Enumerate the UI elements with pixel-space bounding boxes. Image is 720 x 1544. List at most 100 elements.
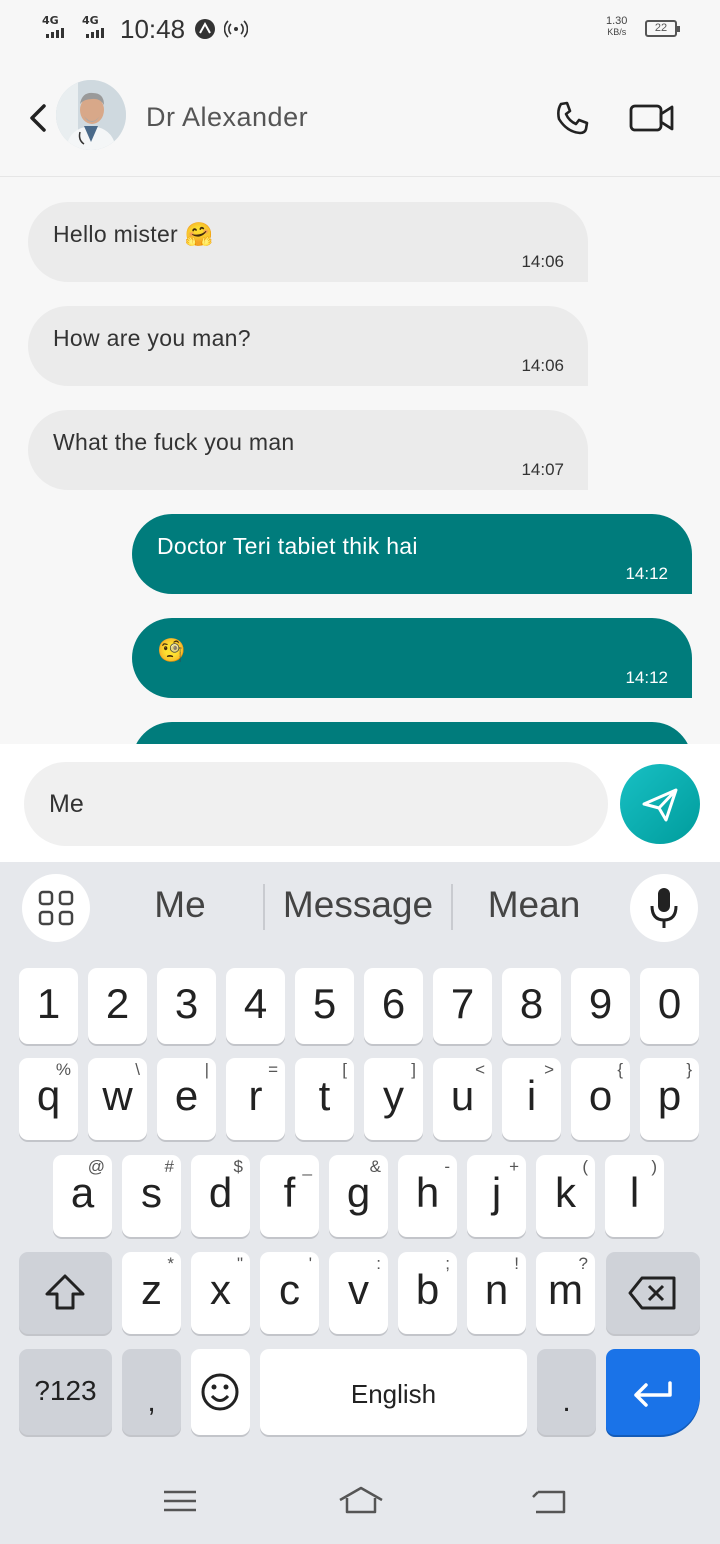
message-text: 🧐 <box>157 637 186 663</box>
message-time: 14:12 <box>625 564 668 583</box>
letter-key[interactable]: " x <box>191 1252 250 1334</box>
number-key[interactable]: 0 <box>640 968 699 1044</box>
letter-key[interactable]: ; b <box>398 1252 457 1334</box>
letter-key[interactable]: ] y <box>364 1058 423 1140</box>
grid-icon <box>38 890 74 926</box>
number-key[interactable]: 4 <box>226 968 285 1044</box>
suggestion-item[interactable]: Mean <box>456 884 612 926</box>
emoji-key[interactable] <box>191 1349 250 1435</box>
message-list[interactable]: Hello mister 🤗 14:06 How are you man? 14… <box>0 177 720 744</box>
back-arrow-icon[interactable] <box>22 98 56 138</box>
letter-key[interactable]: ! n <box>467 1252 526 1334</box>
network-speed-value: 1.30 <box>606 15 628 27</box>
number-key[interactable]: 6 <box>364 968 423 1044</box>
key-label: h <box>415 1169 440 1216</box>
number-key[interactable]: 9 <box>571 968 630 1044</box>
enter-key[interactable] <box>606 1349 700 1435</box>
app-notification-icon <box>195 19 215 39</box>
letter-key[interactable]: & g <box>329 1155 388 1237</box>
system-navigation-bar <box>0 1456 720 1544</box>
message-bubble-incoming[interactable]: How are you man? 14:06 <box>28 306 588 386</box>
message-text: Hello mister 🤗 <box>53 221 214 247</box>
number-key[interactable]: 1 <box>19 968 78 1044</box>
network-speed-unit: KB/s <box>607 27 627 37</box>
symbols-key[interactable]: ?123 <box>19 1349 112 1435</box>
message-text: Doctor Teri tabiet thik hai <box>157 533 418 559</box>
suggestion-item[interactable]: Message <box>268 884 448 926</box>
key-label: q <box>36 1072 61 1119</box>
microphone-button[interactable] <box>630 874 698 942</box>
letter-key[interactable]: | e <box>157 1058 216 1140</box>
number-key[interactable]: 2 <box>88 968 147 1044</box>
paper-plane-icon <box>642 788 678 822</box>
letter-key[interactable]: (k <box>536 1155 595 1237</box>
key-label: r <box>248 1072 263 1119</box>
key-label: y <box>383 1072 404 1119</box>
letter-key[interactable]: _ f <box>260 1155 319 1237</box>
key-label: 2 <box>105 980 130 1027</box>
suggestion-item[interactable]: Me <box>100 884 260 926</box>
key-label: 6 <box>381 980 406 1027</box>
comma-key[interactable]: , <box>122 1349 181 1435</box>
letter-key[interactable]: % q <box>19 1058 78 1140</box>
network-speed: 1.30 KB/s <box>606 16 627 38</box>
back-nav-icon[interactable] <box>528 1484 572 1518</box>
message-bubble-incoming[interactable]: What the fuck you man 14:07 <box>28 410 588 490</box>
letter-key[interactable]: \ w <box>88 1058 147 1140</box>
message-bubble-incoming[interactable]: Hello mister 🤗 14:06 <box>28 202 588 282</box>
message-bubble-outgoing[interactable]: 🧐 14:12 <box>132 618 692 698</box>
message-input[interactable] <box>24 762 608 846</box>
microphone-icon <box>650 888 678 928</box>
letter-key[interactable]: } p <box>640 1058 699 1140</box>
contact-name[interactable]: Dr Alexander <box>146 102 308 133</box>
soft-keyboard: Me Message Mean ?123 , English . 1234567… <box>0 862 720 1544</box>
comma-key-label: , <box>147 1385 156 1418</box>
letter-key[interactable]: + j <box>467 1155 526 1237</box>
space-key[interactable]: English <box>260 1349 527 1435</box>
doctor-portrait-icon <box>56 80 126 150</box>
key-label: 9 <box>588 980 613 1027</box>
letter-key[interactable]: [t <box>295 1058 354 1140</box>
shift-arrow-icon <box>45 1274 85 1310</box>
key-label: l <box>629 1169 640 1216</box>
video-camera-icon[interactable] <box>628 100 676 136</box>
avatar[interactable] <box>56 80 126 150</box>
letter-key[interactable]: = r <box>226 1058 285 1140</box>
number-key[interactable]: 8 <box>502 968 561 1044</box>
letter-key[interactable]: < u <box>433 1058 492 1140</box>
letter-key[interactable]: > i <box>502 1058 561 1140</box>
letter-key[interactable]: {o <box>571 1058 630 1140</box>
letter-key[interactable]: @ a <box>53 1155 112 1237</box>
send-button[interactable] <box>620 764 700 844</box>
key-label: a <box>70 1169 95 1216</box>
message-bubble-outgoing[interactable] <box>132 722 692 744</box>
hotspot-icon <box>224 20 248 38</box>
number-key[interactable]: 3 <box>157 968 216 1044</box>
shift-key[interactable] <box>19 1252 112 1334</box>
menu-icon[interactable] <box>160 1486 200 1516</box>
letter-key[interactable]: -h <box>398 1155 457 1237</box>
message-text: How are you man? <box>53 325 251 351</box>
number-key[interactable]: 5 <box>295 968 354 1044</box>
letter-key[interactable]: # s <box>122 1155 181 1237</box>
keyboard-menu-button[interactable] <box>22 874 90 942</box>
home-icon[interactable] <box>336 1484 386 1518</box>
letter-key[interactable]: :v <box>329 1252 388 1334</box>
letter-key[interactable]: ' c <box>260 1252 319 1334</box>
message-bubble-outgoing[interactable]: Doctor Teri tabiet thik hai 14:12 <box>132 514 692 594</box>
sim1-signal-icon <box>46 28 64 38</box>
backspace-key[interactable] <box>606 1252 700 1334</box>
letter-key[interactable]: ? m <box>536 1252 595 1334</box>
letter-key[interactable]: * z <box>122 1252 181 1334</box>
number-key[interactable]: 7 <box>433 968 492 1044</box>
letter-key[interactable]: $ d <box>191 1155 250 1237</box>
period-key[interactable]: . <box>537 1349 596 1435</box>
message-composer <box>0 744 720 862</box>
suggestion-divider <box>451 884 453 930</box>
smiley-icon <box>201 1373 239 1411</box>
message-text: What the fuck you man <box>53 429 295 455</box>
period-key-label: . <box>562 1385 571 1418</box>
phone-icon[interactable] <box>552 98 592 138</box>
letter-key[interactable]: ) l <box>605 1155 664 1237</box>
key-label: 5 <box>312 980 337 1027</box>
